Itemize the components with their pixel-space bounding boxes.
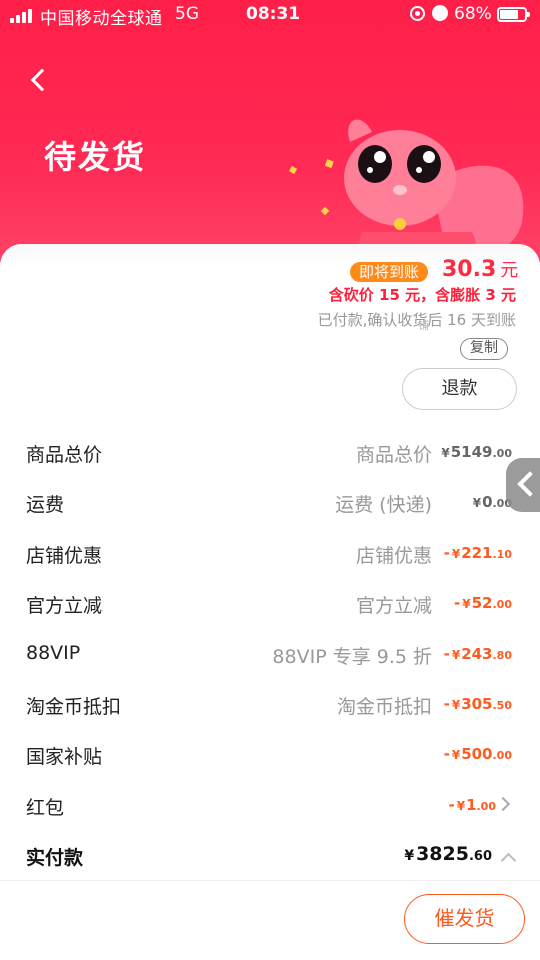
minus-sign: - — [443, 644, 450, 663]
row-desc: 店铺优惠 — [355, 544, 432, 567]
minus-sign: - — [443, 745, 450, 764]
price-row-red-packet[interactable]: 红包 - ¥1.00 — [0, 781, 540, 831]
row-desc: 商品总价 — [355, 444, 432, 466]
paid-note: 已付款,确认收货后 16 天到账 — [317, 311, 516, 329]
row-label: 官方立减 — [26, 595, 103, 618]
battery-icon — [497, 7, 530, 22]
value-dec: .00 — [492, 447, 513, 460]
yen-sign: ¥ — [451, 748, 461, 763]
value-int: 221 — [461, 543, 493, 562]
refund-button[interactable]: 退款 — [402, 368, 517, 410]
rotation-lock-icon — [410, 6, 425, 21]
cut-info: 含砍价 15 元，含膨胀 3 元 — [328, 286, 516, 304]
arrival-amount-unit: 元 — [500, 260, 519, 281]
row-value: - ¥221.10 — [444, 544, 512, 562]
signal-icon — [10, 9, 32, 23]
yen-sign: ¥ — [456, 798, 466, 813]
yen-sign: ¥ — [451, 546, 461, 561]
value-int: 3825 — [416, 843, 469, 866]
back-arrow-icon[interactable] — [28, 64, 50, 94]
row-label: 淘金币抵扣 — [26, 695, 122, 718]
row-value: - ¥243.80 — [444, 645, 512, 663]
total-value: ¥3825.60 — [404, 843, 492, 865]
value-dec: .00 — [492, 749, 513, 763]
row-label: 国家补贴 — [26, 746, 103, 769]
yen-sign: ¥ — [462, 597, 471, 612]
value-dec: .80 — [492, 648, 513, 662]
value-int: 1 — [466, 795, 477, 814]
row-label: 商品总价 — [26, 444, 103, 466]
price-row-taojinbi: 淘金币抵扣 淘金币抵扣 - ¥305.50 — [0, 680, 540, 730]
chevron-up-icon[interactable] — [500, 852, 517, 869]
price-row-goods-total: 商品总价 商品总价 ¥5149.00 — [0, 428, 540, 478]
network-label: 5G — [175, 4, 199, 24]
yen-sign: ¥ — [472, 496, 482, 511]
copy-button[interactable]: 复制 — [460, 338, 508, 360]
value-dec: .60 — [468, 849, 492, 865]
price-row-shop-discount: 店铺优惠 店铺优惠 - ¥221.10 — [0, 529, 540, 579]
row-value: - ¥305.50 — [444, 695, 512, 713]
row-desc: 官方立减 — [355, 595, 432, 618]
arrival-amount-value: 30.3 — [442, 257, 497, 282]
page-title: 待发货 — [44, 138, 147, 176]
row-label: 红包 — [26, 796, 65, 819]
price-breakdown: 商品总价 商品总价 ¥5149.00 运费 运费 (快递) ¥0.00 店铺优惠… — [0, 428, 540, 880]
value-dec: .10 — [492, 547, 513, 561]
row-label: 店铺优惠 — [26, 544, 103, 567]
yen-sign: ¥ — [441, 446, 450, 460]
yen-sign: ¥ — [404, 848, 415, 865]
row-desc: 淘金币抵扣 — [336, 695, 432, 718]
order-card: 即将到账 30.3 元 含砍价 15 元，含膨胀 3 元 已付款,确认收货后 16… — [0, 244, 540, 880]
shop-fragment: 铺 — [418, 319, 429, 332]
arrival-amount: 30.3 元 — [442, 256, 518, 282]
battery-percent: 68% — [454, 4, 492, 24]
minus-sign: - — [443, 694, 450, 713]
row-value: - ¥1.00 — [448, 796, 496, 814]
value-int: 0 — [482, 493, 493, 512]
bottom-bar: 催发货 — [0, 880, 540, 960]
price-row-shipping: 运费 运费 (快递) ¥0.00 — [0, 478, 540, 528]
row-value: ¥5149.00 — [441, 443, 512, 461]
total-label: 实付款 — [26, 847, 84, 870]
clock: 08:31 — [246, 4, 301, 24]
price-row-official-cut: 官方立减 官方立减 - ¥52.00 — [0, 579, 540, 629]
value-int: 500 — [461, 745, 493, 764]
urge-shipment-button[interactable]: 催发货 — [404, 894, 525, 944]
row-desc: 88VIP 专享 9.5 折 — [272, 645, 432, 668]
value-int: 243 — [461, 644, 493, 663]
row-value: - ¥52.00 — [454, 594, 512, 612]
minus-sign: - — [443, 543, 450, 562]
value-int: 52 — [471, 594, 493, 613]
actual-payment-row[interactable]: 实付款 ¥3825.60 — [0, 831, 540, 880]
value-dec: .00 — [492, 598, 513, 612]
status-bar: 中国移动全球通 5G 08:31 68% — [0, 0, 540, 30]
value-int: 5149 — [450, 443, 493, 461]
row-value: - ¥500.00 — [444, 745, 512, 763]
carrier-label: 中国移动全球通 — [40, 9, 163, 29]
chevron-right-icon[interactable] — [495, 796, 511, 811]
value-dec: .00 — [476, 799, 497, 813]
side-handle-icon[interactable] — [506, 458, 540, 512]
price-row-national-subsidy: 国家补贴 - ¥500.00 — [0, 730, 540, 780]
yen-sign: ¥ — [451, 697, 461, 712]
minus-sign: - — [448, 795, 455, 814]
row-label: 运费 — [26, 494, 65, 517]
value-dec: .50 — [492, 698, 513, 712]
price-row-88vip: 88VIP 88VIP 专享 9.5 折 - ¥243.80 — [0, 630, 540, 680]
yen-sign: ¥ — [451, 647, 461, 662]
alarm-icon — [432, 5, 448, 21]
row-desc: 运费 (快递) — [335, 494, 432, 517]
row-label: 88VIP — [26, 641, 81, 664]
minus-sign: - — [454, 594, 461, 613]
value-int: 305 — [461, 694, 493, 713]
to-arrive-badge: 即将到账 — [350, 262, 429, 282]
